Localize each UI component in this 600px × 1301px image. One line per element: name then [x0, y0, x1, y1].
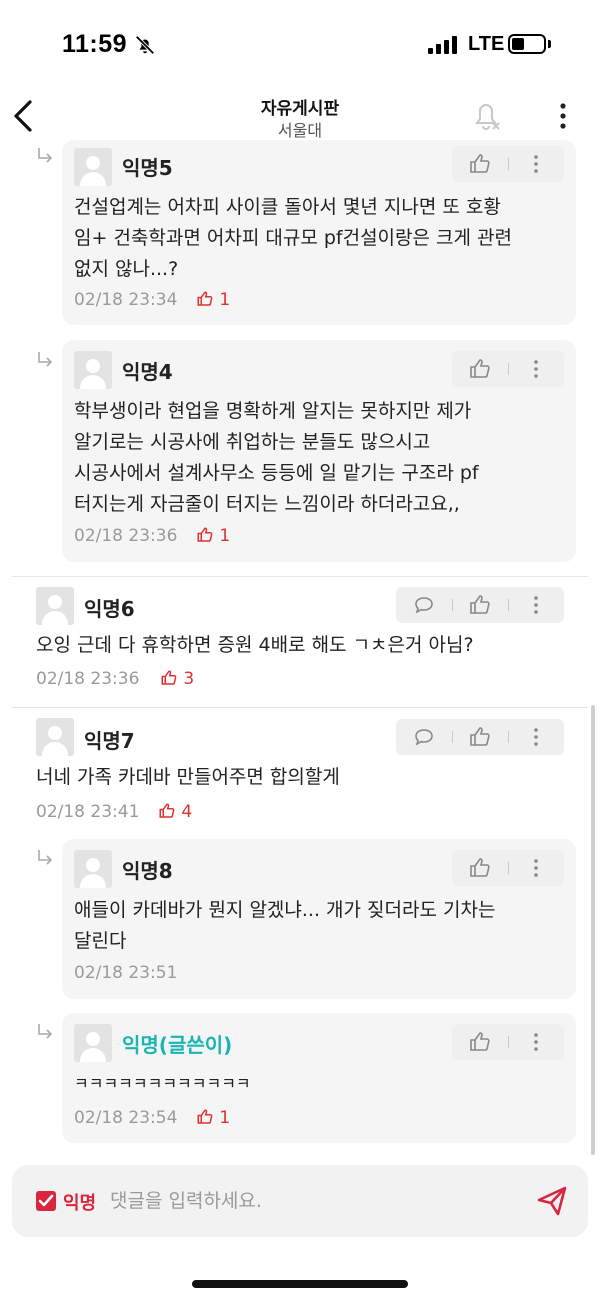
comment-author: 익명6	[84, 597, 135, 621]
divider	[12, 576, 588, 577]
top-nav: 자유게시판 서울대	[0, 90, 600, 146]
comment-date: 02/18 23:34	[74, 290, 178, 310]
bell-slash-icon	[135, 35, 155, 55]
reply-comment: 익명8 애들이 카데바가 뭔지 알겠냐... 개가 짖더라도 기차는 달린다 02…	[62, 839, 576, 999]
board-title: 자유게시판	[260, 99, 340, 119]
comment-author: 익명8	[122, 859, 173, 883]
thumbs-up-icon[interactable]	[468, 357, 492, 381]
comment-actions	[452, 351, 564, 387]
comment-actions	[452, 1024, 564, 1060]
comment-body: ㅋㅋㅋㅋㅋㅋㅋㅋㅋㅋㅋㅋ	[74, 1074, 251, 1093]
network-label: LTE	[468, 33, 505, 55]
checkbox-icon	[38, 1194, 54, 1207]
like-count: 3	[160, 669, 194, 689]
thumbs-up-icon[interactable]	[468, 152, 492, 176]
comment-bubble-icon[interactable]	[412, 725, 436, 749]
comment-actions	[396, 719, 564, 755]
like-count: 4	[158, 802, 192, 822]
more-vertical-icon[interactable]	[524, 593, 548, 617]
comment-actions	[452, 850, 564, 886]
avatar	[36, 718, 74, 756]
more-vertical-icon[interactable]	[524, 856, 548, 880]
comment-input[interactable]	[110, 1183, 520, 1219]
thumbs-up-icon[interactable]	[468, 725, 492, 749]
thumbs-up-icon	[161, 670, 177, 685]
reply-arrow-icon	[38, 850, 53, 865]
avatar	[36, 587, 74, 625]
comment-body: 애들이 카데바가 뭔지 알겠냐... 개가 짖더라도 기차는 달린다	[74, 899, 496, 952]
battery-icon	[508, 34, 546, 54]
signal-icon	[428, 36, 460, 54]
reply-arrow-icon	[38, 352, 53, 367]
anonymous-checkbox[interactable]	[36, 1191, 56, 1211]
comment-date: 02/18 23:36	[74, 526, 178, 546]
notification-bell-icon[interactable]	[470, 96, 504, 136]
thumbs-up-icon	[197, 1109, 213, 1124]
thumbs-up-icon[interactable]	[468, 593, 492, 617]
reply-comment: 익명4 학부생이라 현업을 명확하게 알지는 못하지만 제가 알기로는 시공사에 …	[62, 340, 576, 562]
comment-date: 02/18 23:54	[74, 1108, 178, 1128]
thumbs-up-icon	[197, 291, 213, 306]
comment-body: 오잉 근데 다 휴학하면 증원 4배로 해도 ㄱㅊ은거 아님?	[36, 634, 474, 656]
comment-date: 02/18 23:36	[36, 669, 140, 689]
more-vertical-icon[interactable]	[524, 1030, 548, 1054]
comment-actions	[396, 587, 564, 623]
thumbs-up-icon	[197, 527, 213, 542]
avatar	[74, 351, 112, 389]
like-count: 1	[196, 290, 230, 310]
reply-comment: 익명5 건설업계는 어차피 사이클 돌아서 몇년 지나면 또 호황 임+ 건축학과…	[62, 140, 576, 325]
reply-arrow-icon	[38, 1024, 53, 1039]
thumbs-up-icon	[159, 803, 175, 818]
comment-author: 익명4	[122, 360, 173, 384]
status-time: 11:59	[62, 30, 128, 58]
comment-date: 02/18 23:51	[74, 963, 178, 983]
home-indicator[interactable]	[192, 1280, 408, 1288]
avatar	[74, 850, 112, 888]
avatar	[74, 148, 112, 186]
comment-actions	[452, 146, 564, 182]
comment-bubble-icon[interactable]	[412, 593, 436, 617]
comment-body: 너네 가족 카데바 만들어주면 합의할게	[36, 766, 340, 788]
more-vertical-icon[interactable]	[524, 357, 548, 381]
anonymous-label: 익명	[63, 1193, 97, 1214]
reply-arrow-icon	[38, 148, 53, 163]
thumbs-up-icon[interactable]	[468, 856, 492, 880]
scrollbar[interactable]	[591, 705, 595, 1155]
school-name: 서울대	[277, 121, 323, 140]
divider	[12, 707, 588, 708]
like-count: 1	[196, 526, 230, 546]
like-count: 1	[196, 1108, 230, 1128]
comment-date: 02/18 23:41	[36, 802, 140, 822]
send-icon[interactable]	[534, 1183, 570, 1219]
comment: 익명7 너네 가족 카데바 만들어주면 합의할게 02/18 23:41 4	[24, 716, 576, 828]
more-vertical-icon[interactable]	[524, 725, 548, 749]
status-bar: 11:59 LTE	[0, 0, 600, 90]
comment-author: 익명7	[84, 729, 135, 753]
comment-input-bar: 익명	[12, 1165, 588, 1237]
thumbs-up-icon[interactable]	[468, 1030, 492, 1054]
more-vertical-icon[interactable]	[524, 152, 548, 176]
comment-body: 학부생이라 현업을 명확하게 알지는 못하지만 제가 알기로는 시공사에 취업하는…	[74, 400, 479, 515]
comment: 익명6 오잉 근데 다 휴학하면 증원 4배로 해도 ㄱㅊ은거 아님? 02/1…	[24, 585, 576, 697]
comment-author-op: 익명(글쓴이)	[122, 1033, 233, 1057]
comment-author: 익명5	[122, 156, 173, 180]
more-vertical-icon[interactable]	[550, 98, 576, 134]
reply-comment: 익명(글쓴이) ㅋㅋㅋㅋㅋㅋㅋㅋㅋㅋㅋㅋ 02/18 23:54 1	[62, 1013, 576, 1143]
avatar	[74, 1024, 112, 1062]
comment-body: 건설업계는 어차피 사이클 돌아서 몇년 지나면 또 호황 임+ 건축학과면 어차…	[74, 196, 512, 280]
